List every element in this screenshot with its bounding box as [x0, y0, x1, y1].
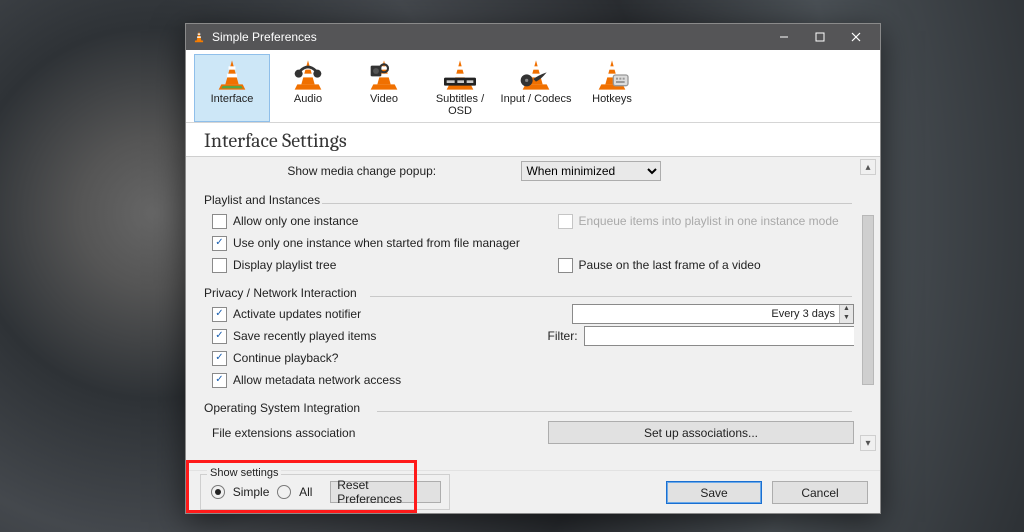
subtitles-icon	[423, 57, 497, 91]
media-change-label: Show media change popup:	[202, 164, 521, 178]
video-icon	[347, 57, 421, 91]
dialog-footer: Show settings Simple All Reset Preferenc…	[186, 470, 880, 513]
scroll-track[interactable]	[860, 175, 876, 435]
close-button[interactable]	[838, 24, 874, 50]
window-title: Simple Preferences	[212, 30, 317, 44]
setup-associations-button[interactable]: Set up associations...	[548, 421, 854, 444]
label-simple: Simple	[233, 485, 270, 499]
spinner-up-icon[interactable]: ▲	[839, 305, 853, 314]
settings-scroll-area: Show media change popup: When minimized …	[202, 157, 854, 455]
checkbox-save-recent[interactable]: ✓	[212, 329, 227, 344]
cancel-button[interactable]: Cancel	[772, 481, 868, 504]
label-activate-updates: Activate updates notifier	[233, 307, 361, 321]
tab-label: Subtitles / OSD	[423, 93, 497, 117]
file-assoc-label: File extensions association	[212, 426, 355, 440]
filter-input[interactable]	[584, 326, 854, 346]
updates-interval-spinner[interactable]: Every 3 days ▲ ▼	[572, 304, 854, 324]
scroll-thumb[interactable]	[862, 215, 874, 385]
tab-label: Audio	[271, 93, 345, 105]
tab-audio[interactable]: Audio	[270, 54, 346, 122]
label-enqueue: Enqueue items into playlist in one insta…	[579, 214, 839, 228]
label-continue-playback: Continue playback?	[233, 351, 338, 365]
group-title-os: Operating System Integration	[204, 401, 854, 415]
label-allow-one-instance: Allow only one instance	[233, 214, 358, 228]
checkbox-pause-last[interactable]	[558, 258, 573, 273]
radio-all[interactable]	[277, 485, 291, 499]
checkbox-allow-meta[interactable]: ✓	[212, 373, 227, 388]
label-use-one-fm: Use only one instance when started from …	[233, 236, 520, 250]
tab-label: Hotkeys	[575, 93, 649, 105]
category-toolbar: Interface Audio Video Subtitles / OSD In…	[186, 50, 880, 123]
show-settings-group: Show settings Simple All Reset Preferenc…	[200, 474, 450, 510]
tab-input-codecs[interactable]: Input / Codecs	[498, 54, 574, 122]
page-heading: Interface Settings	[186, 123, 880, 157]
radio-simple[interactable]	[211, 485, 225, 499]
reset-preferences-button[interactable]: Reset Preferences	[330, 481, 441, 503]
updates-interval-value: Every 3 days	[573, 308, 839, 320]
tab-label: Interface	[195, 93, 269, 105]
scroll-down-icon[interactable]: ▾	[860, 435, 876, 451]
tab-label: Video	[347, 93, 421, 105]
checkbox-use-one-fm[interactable]: ✓	[212, 236, 227, 251]
spinner-down-icon[interactable]: ▼	[839, 314, 853, 323]
titlebar[interactable]: Simple Preferences	[186, 24, 880, 50]
preferences-window: Simple Preferences Interface Audio Video…	[185, 23, 881, 514]
group-title-playlist: Playlist and Instances	[204, 193, 854, 207]
vertical-scrollbar[interactable]: ▴ ▾	[860, 159, 876, 451]
filter-label: Filter:	[548, 329, 578, 343]
audio-icon	[271, 57, 345, 91]
tab-label: Input / Codecs	[499, 93, 573, 105]
label-allow-meta: Allow metadata network access	[233, 373, 401, 387]
show-settings-label: Show settings	[207, 467, 281, 479]
vlc-cone-icon	[192, 30, 206, 44]
checkbox-display-tree[interactable]	[212, 258, 227, 273]
maximize-button[interactable]	[802, 24, 838, 50]
hotkeys-icon	[575, 57, 649, 91]
media-change-select[interactable]: When minimized	[521, 161, 661, 181]
label-all: All	[299, 485, 312, 499]
tab-video[interactable]: Video	[346, 54, 422, 122]
tab-interface[interactable]: Interface	[194, 54, 270, 122]
checkbox-activate-updates[interactable]: ✓	[212, 307, 227, 322]
tab-subtitles[interactable]: Subtitles / OSD	[422, 54, 498, 122]
label-save-recent: Save recently played items	[233, 329, 376, 343]
checkbox-enqueue	[558, 214, 573, 229]
desktop-background: Simple Preferences Interface Audio Video…	[0, 0, 1024, 532]
group-title-privacy: Privacy / Network Interaction	[204, 286, 854, 300]
input-codecs-icon	[499, 57, 573, 91]
scroll-up-icon[interactable]: ▴	[860, 159, 876, 175]
label-display-tree: Display playlist tree	[233, 258, 336, 272]
interface-icon	[195, 57, 269, 91]
minimize-button[interactable]	[766, 24, 802, 50]
save-button[interactable]: Save	[666, 481, 762, 504]
checkbox-allow-one-instance[interactable]	[212, 214, 227, 229]
checkbox-continue-playback[interactable]: ✓	[212, 351, 227, 366]
tab-hotkeys[interactable]: Hotkeys	[574, 54, 650, 122]
label-pause-last: Pause on the last frame of a video	[579, 258, 761, 272]
